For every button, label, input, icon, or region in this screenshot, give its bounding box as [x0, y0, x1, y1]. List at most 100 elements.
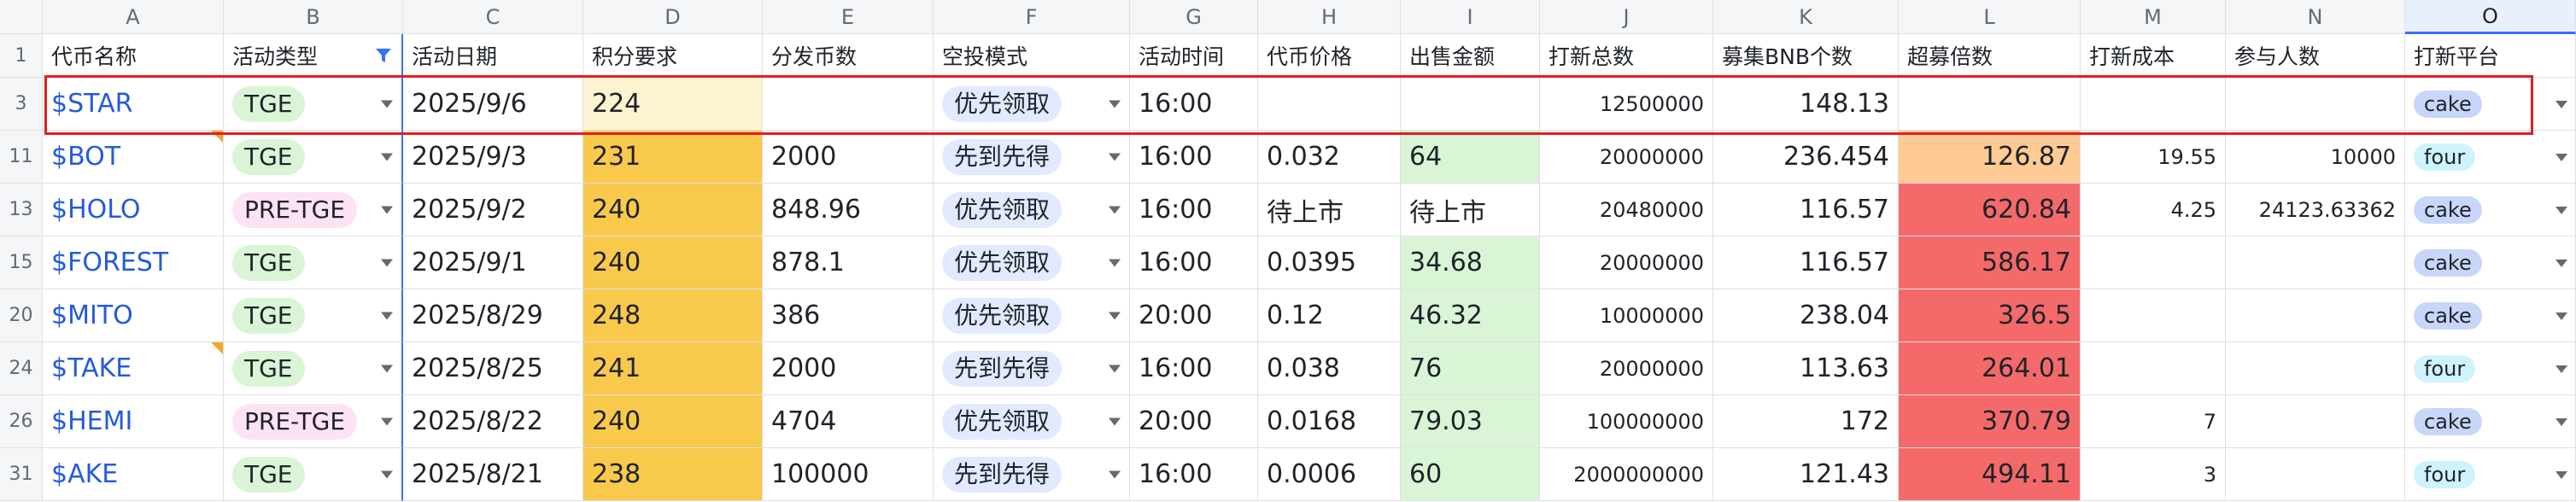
cell-i[interactable]: 34.68 — [1401, 236, 1540, 289]
cell-m[interactable]: 19.55 — [2081, 131, 2226, 184]
dropdown-caret-icon[interactable] — [381, 312, 393, 319]
cell-d[interactable]: 241 — [583, 342, 763, 395]
dropdown-caret-icon[interactable] — [381, 365, 393, 372]
cell-h[interactable]: 0.032 — [1258, 131, 1401, 184]
header-cell-m[interactable]: 打新成本 — [2081, 34, 2226, 78]
cell-g[interactable]: 16:00 — [1130, 236, 1258, 289]
header-cell-l[interactable]: 超募倍数 — [1899, 34, 2081, 78]
cell-i[interactable] — [1401, 78, 1540, 131]
column-header-m[interactable]: M — [2081, 0, 2226, 34]
dropdown-caret-icon[interactable] — [2556, 418, 2567, 426]
cell-h[interactable]: 0.12 — [1258, 289, 1401, 342]
cell-j[interactable]: 20000000 — [1540, 342, 1713, 395]
cell-g[interactable]: 16:00 — [1130, 342, 1258, 395]
cell-a[interactable]: $MITO — [43, 289, 224, 342]
cell-m[interactable] — [2081, 78, 2226, 131]
cell-l[interactable]: 370.79 — [1899, 395, 2081, 448]
dropdown-caret-icon[interactable] — [2556, 312, 2567, 320]
cell-k[interactable]: 148.13 — [1713, 78, 1899, 131]
cell-b[interactable]: TGE — [224, 236, 403, 289]
column-header-n[interactable]: N — [2226, 0, 2405, 34]
column-header-i[interactable]: I — [1401, 0, 1540, 34]
cell-j[interactable]: 100000000 — [1540, 395, 1713, 448]
row-number[interactable]: 1 — [0, 34, 43, 78]
cell-c[interactable]: 2025/8/29 — [403, 289, 583, 342]
dropdown-caret-icon[interactable] — [1109, 259, 1121, 266]
cell-b[interactable]: TGE — [224, 131, 403, 184]
comment-marker-icon[interactable] — [211, 342, 223, 354]
cell-g[interactable]: 16:00 — [1130, 78, 1258, 131]
cell-h[interactable] — [1258, 78, 1401, 131]
cell-o[interactable]: cake — [2405, 289, 2576, 342]
cell-m[interactable] — [2081, 236, 2226, 289]
cell-h[interactable]: 0.038 — [1258, 342, 1401, 395]
column-header-d[interactable]: D — [583, 0, 763, 34]
dropdown-caret-icon[interactable] — [381, 153, 393, 161]
cell-m[interactable]: 7 — [2081, 395, 2226, 448]
cell-a[interactable]: $BOT — [43, 131, 224, 184]
header-cell-d[interactable]: 积分要求 — [583, 34, 763, 78]
dropdown-caret-icon[interactable] — [2556, 154, 2567, 161]
cell-f[interactable]: 优先领取 — [934, 236, 1130, 289]
header-cell-g[interactable]: 活动时间 — [1130, 34, 1258, 78]
header-cell-f[interactable]: 空投模式 — [934, 34, 1130, 78]
column-header-e[interactable]: E — [763, 0, 934, 34]
dropdown-caret-icon[interactable] — [2556, 101, 2567, 108]
cell-o[interactable]: four — [2405, 131, 2576, 184]
dropdown-caret-icon[interactable] — [2556, 207, 2567, 214]
cell-f[interactable]: 优先领取 — [934, 184, 1130, 236]
cell-e[interactable]: 2000 — [763, 131, 934, 184]
cell-n[interactable] — [2226, 236, 2405, 289]
cell-g[interactable]: 16:00 — [1130, 184, 1258, 236]
row-number[interactable]: 3 — [0, 78, 43, 131]
cell-k[interactable]: 236.454 — [1713, 131, 1899, 184]
cell-k[interactable]: 238.04 — [1713, 289, 1899, 342]
row-number[interactable]: 26 — [0, 395, 43, 448]
cell-i[interactable]: 76 — [1401, 342, 1540, 395]
dropdown-caret-icon[interactable] — [1109, 312, 1121, 319]
cell-g[interactable]: 16:00 — [1130, 131, 1258, 184]
cell-j[interactable]: 20000000 — [1540, 236, 1713, 289]
cell-m[interactable]: 3 — [2081, 448, 2226, 501]
cell-o[interactable]: four — [2405, 448, 2576, 501]
cell-b[interactable]: TGE — [224, 448, 403, 501]
header-cell-h[interactable]: 代币价格 — [1258, 34, 1401, 78]
cell-c[interactable]: 2025/9/1 — [403, 236, 583, 289]
header-cell-n[interactable]: 参与人数 — [2226, 34, 2405, 78]
cell-o[interactable]: cake — [2405, 395, 2576, 448]
cell-e[interactable]: 386 — [763, 289, 934, 342]
column-header-k[interactable]: K — [1713, 0, 1899, 34]
column-header-f[interactable]: F — [934, 0, 1130, 34]
header-cell-j[interactable]: 打新总数 — [1540, 34, 1713, 78]
cell-g[interactable]: 20:00 — [1130, 395, 1258, 448]
cell-a[interactable]: $HEMI — [43, 395, 224, 448]
cell-b[interactable]: TGE — [224, 342, 403, 395]
dropdown-caret-icon[interactable] — [1109, 470, 1121, 478]
row-number[interactable]: 20 — [0, 289, 43, 342]
dropdown-caret-icon[interactable] — [1109, 100, 1121, 108]
cell-k[interactable]: 121.43 — [1713, 448, 1899, 501]
cell-h[interactable]: 0.0168 — [1258, 395, 1401, 448]
cell-i[interactable]: 60 — [1401, 448, 1540, 501]
cell-m[interactable] — [2081, 342, 2226, 395]
cell-o[interactable]: cake — [2405, 236, 2576, 289]
cell-j[interactable]: 20480000 — [1540, 184, 1713, 236]
cell-k[interactable]: 172 — [1713, 395, 1899, 448]
column-header-a[interactable]: A — [43, 0, 224, 34]
cell-e[interactable]: 878.1 — [763, 236, 934, 289]
row-number[interactable]: 15 — [0, 236, 43, 289]
row-number[interactable]: 31 — [0, 448, 43, 501]
cell-l[interactable]: 264.01 — [1899, 342, 2081, 395]
cell-j[interactable]: 20000000 — [1540, 131, 1713, 184]
cell-j[interactable]: 2000000000 — [1540, 448, 1713, 501]
cell-b[interactable]: PRE-TGE — [224, 184, 403, 236]
cell-n[interactable] — [2226, 448, 2405, 501]
cell-i[interactable]: 64 — [1401, 131, 1540, 184]
cell-a[interactable]: $AKE — [43, 448, 224, 501]
cell-l[interactable]: 126.87 — [1899, 131, 2081, 184]
cell-l[interactable]: 494.11 — [1899, 448, 2081, 501]
cell-o[interactable]: cake — [2405, 78, 2576, 131]
cell-g[interactable]: 16:00 — [1130, 448, 1258, 501]
cell-o[interactable]: four — [2405, 342, 2576, 395]
dropdown-caret-icon[interactable] — [1109, 365, 1121, 372]
